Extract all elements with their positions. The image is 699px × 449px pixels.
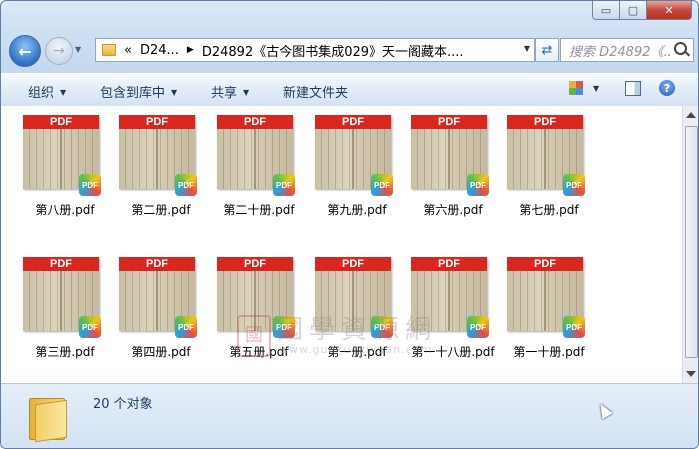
breadcrumb-parent[interactable]: D24...: [140, 43, 179, 58]
watermark-title: 國學資源網: [277, 315, 438, 345]
file-item[interactable]: PDF PDF 第四册.pdf: [113, 250, 209, 370]
address-dropdown-icon[interactable]: ▼: [524, 44, 530, 53]
file-name[interactable]: 第七册.pdf: [489, 201, 609, 218]
include-in-library-label: 包含到库中: [100, 86, 166, 101]
share-menu[interactable]: 共享 ▼: [211, 82, 249, 101]
file-item[interactable]: PDF PDF 第七册.pdf: [501, 108, 597, 228]
pdf-app-icon: PDF: [79, 174, 101, 196]
back-arrow-icon: ←: [18, 41, 32, 61]
vertical-scrollbar[interactable]: [682, 106, 698, 383]
pdf-app-icon: PDF: [563, 316, 585, 338]
caption-buttons: ▭ ▢ ✕: [592, 1, 692, 20]
pdf-banner: PDF: [119, 115, 195, 129]
search-box[interactable]: 搜索 D24892《...: [560, 38, 694, 62]
pdf-app-icon: PDF: [467, 316, 489, 338]
share-label: 共享: [211, 86, 238, 101]
minimize-button[interactable]: ▭: [592, 1, 620, 20]
pdf-banner: PDF: [411, 257, 487, 271]
pdf-app-icon: PDF: [467, 174, 489, 196]
pdf-banner: PDF: [217, 115, 293, 129]
pdf-banner: PDF: [315, 257, 391, 271]
details-pane: 20 个对象: [1, 383, 698, 448]
history-dropdown-icon[interactable]: ▼: [75, 45, 81, 54]
pdf-banner: PDF: [507, 257, 583, 271]
change-view-icon[interactable]: [569, 81, 583, 95]
search-input[interactable]: 搜索 D24892《...: [569, 41, 671, 60]
pdf-app-icon: PDF: [79, 316, 101, 338]
refresh-icon: ⇄: [541, 42, 553, 58]
forward-button[interactable]: →: [45, 37, 73, 65]
pdf-banner: PDF: [315, 115, 391, 129]
pdf-banner: PDF: [507, 115, 583, 129]
file-name[interactable]: 第一十册.pdf: [489, 343, 609, 360]
watermark-url: www.guoxueziyuan.com: [279, 343, 433, 356]
chevron-down-icon: ▼: [243, 88, 250, 97]
file-item[interactable]: PDF PDF 第六册.pdf: [405, 108, 501, 228]
command-bar: 组织 ▼ 包含到库中 ▼ 共享 ▼ 新建文件夹 ▼ ?: [1, 73, 698, 107]
file-item[interactable]: PDF PDF 第二十册.pdf: [211, 108, 307, 228]
scrollbar-thumb[interactable]: [685, 126, 698, 358]
include-in-library-menu[interactable]: 包含到库中 ▼: [100, 82, 177, 101]
file-item[interactable]: PDF PDF 第八册.pdf: [17, 108, 113, 228]
preview-pane-icon[interactable]: [625, 81, 641, 96]
pdf-app-icon: PDF: [273, 174, 295, 196]
breadcrumb-current[interactable]: D24892《古今图书集成029》天一阁藏本....: [202, 41, 464, 60]
forward-arrow-icon: →: [53, 43, 65, 59]
organize-menu[interactable]: 组织 ▼: [28, 82, 66, 101]
pdf-banner: PDF: [119, 257, 195, 271]
new-folder-button[interactable]: 新建文件夹: [283, 82, 348, 101]
scroll-up-icon[interactable]: [686, 112, 696, 118]
navigation-bar: ← → ▼ « D24... ▶ D24892《古今图书集成029》天一阁藏本.…: [9, 33, 694, 67]
pdf-app-icon: PDF: [175, 174, 197, 196]
pdf-banner: PDF: [411, 115, 487, 129]
mouse-cursor-icon: [595, 400, 613, 420]
search-icon[interactable]: [674, 42, 687, 55]
file-list: PDF PDF 第八册.pdf PDF PDF 第二册.pdf PDF PDF …: [1, 106, 682, 383]
chevron-down-icon: ▼: [60, 88, 67, 97]
help-icon[interactable]: ?: [659, 80, 675, 96]
pdf-banner: PDF: [23, 115, 99, 129]
view-dropdown-icon[interactable]: ▼: [593, 84, 599, 93]
file-item[interactable]: PDF PDF 第三册.pdf: [17, 250, 113, 370]
item-count: 20 个对象: [93, 397, 153, 412]
maximize-button[interactable]: ▢: [620, 1, 647, 20]
refresh-button[interactable]: ⇄: [535, 38, 559, 62]
back-button[interactable]: ←: [9, 35, 41, 67]
explorer-window: ▭ ▢ ✕ ← → ▼ « D24... ▶ D24892《古今图书集成029》…: [0, 0, 699, 449]
scroll-down-icon[interactable]: [686, 371, 696, 377]
address-overflow[interactable]: «: [124, 43, 132, 58]
organize-label: 组织: [28, 86, 55, 101]
watermark-seal: 國: [237, 315, 271, 357]
file-item[interactable]: PDF PDF 第一十册.pdf: [501, 250, 597, 370]
chevron-down-icon: ▼: [171, 88, 178, 97]
close-button[interactable]: ✕: [647, 1, 692, 20]
file-item[interactable]: PDF PDF 第二册.pdf: [113, 108, 209, 228]
folder-icon: [102, 44, 116, 56]
breadcrumb-separator-icon[interactable]: ▶: [187, 45, 194, 55]
pdf-app-icon: PDF: [371, 174, 393, 196]
pdf-app-icon: PDF: [175, 316, 197, 338]
file-item[interactable]: PDF PDF 第九册.pdf: [309, 108, 405, 228]
folder-icon: [25, 394, 69, 443]
address-bar[interactable]: « D24... ▶ D24892《古今图书集成029》天一阁藏本.... ▼: [95, 38, 535, 62]
pdf-banner: PDF: [217, 257, 293, 271]
pdf-banner: PDF: [23, 257, 99, 271]
pdf-app-icon: PDF: [563, 174, 585, 196]
